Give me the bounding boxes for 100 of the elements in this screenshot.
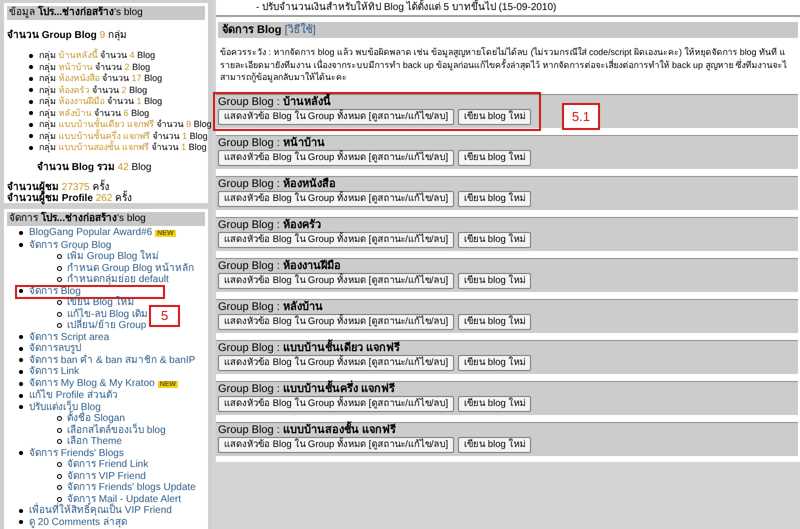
menu-link[interactable]: แก้ไข Profile ส่วนตัว bbox=[29, 390, 118, 401]
bullet-icon bbox=[19, 405, 23, 410]
bullet-icon bbox=[19, 289, 23, 294]
menu-link[interactable]: จัดการ Link bbox=[29, 366, 80, 377]
bullet-icon bbox=[29, 100, 33, 104]
bullet-icon bbox=[19, 243, 23, 248]
bullet-icon bbox=[19, 231, 23, 236]
group-action-button[interactable]: เขียน blog ใหม่ bbox=[458, 232, 532, 248]
group-action-button[interactable]: แสดงหัวข้อ Blog ใน Group ทั้งหมด [ดูสถานะ/แก้ไข/ลบ] bbox=[218, 354, 454, 370]
menu-link[interactable]: จัดการ Group Blog bbox=[29, 240, 112, 250]
group-blog-title: Group Blog : บ้านหลังนี้ bbox=[218, 96, 331, 108]
group-action-button[interactable]: เขียน blog ใหม่ bbox=[458, 354, 532, 370]
menu-link[interactable]: ดู 20 Comments ล่าสุด bbox=[29, 516, 127, 528]
menu-link[interactable]: แก้ไข-ลบ Blog เดิม bbox=[67, 308, 148, 320]
menu-link[interactable]: BlogGang Popular Award#6 bbox=[29, 227, 152, 238]
menu-link[interactable]: จัดการ Friend Link bbox=[67, 459, 148, 470]
card-title: จัดการ โปร...ช่างก่อสร้าง's blog bbox=[9, 213, 146, 224]
group-action-button[interactable]: แสดงหัวข้อ Blog ใน Group ทั้งหมด [ดูสถานะ/แก้ไข/ลบ] bbox=[218, 150, 454, 166]
group-action-button[interactable]: แสดงหัวข้อ Blog ใน Group ทั้งหมด [ดูสถานะ/แก้ไข/ลบ] bbox=[218, 396, 454, 412]
menu-link[interactable]: จัดการ Friends' Blogs bbox=[29, 448, 124, 458]
bullet-icon bbox=[19, 508, 23, 513]
group-summary-text: กลุ่ม บ้านหลังนี้ จำนวน 4 Blog bbox=[39, 50, 156, 62]
bullet-icon bbox=[57, 416, 62, 422]
panel-title: จัดการ Blog bbox=[222, 24, 282, 36]
bullet-icon bbox=[29, 65, 33, 70]
bullet-icon bbox=[57, 312, 62, 317]
group-blog-title: Group Blog : หลังบ้าน bbox=[218, 300, 323, 312]
group-action-button[interactable]: แสดงหัวข้อ Blog ใน Group ทั้งหมด [ดูสถานะ/แก้ไข/ลบ] bbox=[218, 232, 454, 248]
group-action-button[interactable]: แสดงหัวข้อ Blog ใน Group ทั้งหมด [ดูสถานะ/แก้ไข/ลบ] bbox=[218, 314, 454, 330]
bullet-icon bbox=[57, 474, 62, 479]
group-action-button[interactable]: แสดงหัวข้อ Blog ใน Group ทั้งหมด [ดูสถานะ/แก้ไข/ลบ] bbox=[218, 190, 454, 206]
group-action-button[interactable]: เขียน blog ใหม่ bbox=[458, 272, 532, 288]
annotation-label: 5 bbox=[149, 304, 180, 326]
menu-link[interactable]: จัดการ Friends' blogs Update bbox=[67, 482, 196, 493]
group-blog-title: Group Blog : ห้องงานฝีมือ bbox=[218, 260, 341, 272]
group-action-button[interactable]: เขียน blog ใหม่ bbox=[458, 314, 532, 330]
group-action-button[interactable]: แสดงหัวข้อ Blog ใน Group ทั้งหมด [ดูสถานะ/แก้ไข/ลบ] bbox=[218, 272, 454, 288]
bullet-icon bbox=[19, 346, 23, 351]
menu-link[interactable]: ตั้งชื่อ Slogan bbox=[67, 413, 125, 424]
group-action-button[interactable]: เขียน blog ใหม่ bbox=[458, 108, 532, 124]
bullet-icon bbox=[19, 370, 23, 374]
warning-text: สามารถกู้ข้อมูลกลับมาให้ได้นะคะ bbox=[220, 71, 348, 84]
group-action-button[interactable]: เขียน blog ใหม่ bbox=[458, 150, 532, 166]
group-summary-text: กลุ่ม หน้าบ้าน จำนวน 2 Blog bbox=[39, 62, 150, 73]
bullet-icon bbox=[19, 358, 23, 362]
bullet-icon bbox=[19, 520, 23, 524]
group-action-button[interactable]: เขียน blog ใหม่ bbox=[458, 436, 532, 452]
menu-link[interactable]: เพิ่ม Group Blog ใหม่ bbox=[67, 251, 160, 262]
bullet-icon bbox=[57, 428, 62, 433]
menu-link[interactable]: จัดการ VIP Friend bbox=[67, 470, 146, 482]
group-action-button[interactable]: แสดงหัวข้อ Blog ใน Group ทั้งหมด [ดูสถานะ/แก้ไข/ลบ] bbox=[218, 436, 454, 452]
group-action-button[interactable]: แสดงหัวข้อ Blog ใน Group ทั้งหมด [ดูสถานะ/แก้ไข/ลบ] bbox=[218, 108, 454, 124]
menu-link[interactable]: เลือกสไตล์ของเว็บ blog bbox=[67, 424, 166, 436]
menu-link[interactable]: กำหนดกลุ่มย่อย default bbox=[67, 274, 169, 285]
warning-text: รายละเอียดมายังทีมงาน เนื่องจากระบบมีการทำ back up ข้อมูลก่อนแก้ไขครั้งล่าสุดไว้ หากจัดการต่อจะเสี่ยงต่อการทำให้ back up สูญหาย ซึ่งทีมงานจะไ bbox=[220, 58, 788, 71]
menu-link[interactable]: เปลี่ยน/ย้าย Group bbox=[67, 320, 146, 331]
group-summary-text: กลุ่ม ห้องครัว จำนวน 2 Blog bbox=[39, 84, 148, 96]
bullet-icon bbox=[57, 323, 62, 328]
menu-link[interactable]: จัดการ My Blog & My Kratoo bbox=[29, 378, 155, 388]
menu-link[interactable]: กำหนด Group Blog หน้าหลัก bbox=[67, 262, 194, 274]
bullet-icon bbox=[57, 485, 62, 490]
bullet-icon bbox=[57, 496, 62, 502]
menu-link[interactable]: เขียน Blog ใหม่ bbox=[67, 297, 135, 308]
annotation-label: 5.1 bbox=[562, 102, 600, 130]
total-text: จำนวน Blog รวม 42 Blog bbox=[37, 162, 152, 172]
visitor-stat-text: จำนวนผู้ชม Profile 262 ครั้ง bbox=[7, 192, 134, 204]
bullet-icon bbox=[57, 439, 62, 444]
menu-link[interactable]: จัดการ Blog bbox=[29, 286, 81, 296]
group-action-button[interactable]: เขียน blog ใหม่ bbox=[458, 190, 532, 206]
group-blog-title: Group Blog : แบบบ้านชั้นเดียว แจกฟรี bbox=[218, 342, 400, 354]
bullet-icon bbox=[19, 394, 23, 398]
bullet-icon bbox=[29, 88, 33, 92]
group-summary-text: กลุ่ม หลังบ้าน จำนวน 6 Blog bbox=[39, 108, 150, 118]
bullet-icon bbox=[29, 76, 33, 81]
bullet-icon bbox=[19, 451, 23, 456]
group-blog-title: Group Blog : ห้องครัว bbox=[218, 218, 321, 230]
menu-link[interactable]: เลือก Theme bbox=[67, 436, 122, 447]
bullet-icon bbox=[57, 254, 62, 260]
bullet-icon bbox=[29, 111, 33, 116]
bullet-icon bbox=[19, 382, 23, 386]
group-blog-title: Group Blog : หน้าบ้าน bbox=[218, 136, 325, 148]
bullet-icon bbox=[57, 462, 62, 468]
warning-text: ข้อควรระวัง : หากจัดการ blog แล้ว พบข้อผิดพลาด เช่น ข้อมูลสูญหายโดยไม่ได้ลบ (ไม่รวมกรณีใส่ code/script ผิดเองนะคะ) ให้หยุดจัดการ blog ทันที แ bbox=[220, 46, 786, 58]
visitor-stat-text: จำนวนผู้ชม 27375 ครั้ง bbox=[7, 182, 110, 192]
group-blog-title: Group Blog : แบบบ้านสองชั้น แจกฟรี bbox=[218, 424, 396, 436]
menu-link[interactable]: จัดการ ban คำ & ban สมาชิก & banIP bbox=[29, 354, 196, 366]
group-summary-text: กลุ่ม ห้องหนังสือ จำนวน 17 Blog bbox=[39, 73, 162, 84]
bullet-icon bbox=[29, 146, 33, 150]
card-title: ข้อมูล โปร...ช่างก่อสร้าง's blog bbox=[9, 7, 143, 18]
group-summary-text: กลุ่ม แบบบ้านสองชั้น แจกฟรี จำนวน 1 Blog bbox=[39, 142, 207, 154]
group-action-button[interactable]: เขียน blog ใหม่ bbox=[458, 396, 532, 412]
help-link[interactable]: [วิธีใช้] bbox=[284, 24, 316, 36]
bullet-icon bbox=[29, 134, 33, 138]
group-count-text: จำนวน Group Blog 9 กลุ่ม bbox=[7, 30, 127, 41]
bullet-icon bbox=[29, 54, 33, 58]
bullet-icon bbox=[57, 300, 62, 306]
menu-link[interactable]: จัดการ Script area bbox=[29, 332, 110, 342]
menu-link[interactable]: จัดการลบรูป bbox=[29, 343, 81, 354]
bullet-icon bbox=[29, 122, 33, 127]
group-blog-title: Group Blog : แบบบ้านชั้นครึ่ง แจกฟรี bbox=[218, 382, 395, 394]
